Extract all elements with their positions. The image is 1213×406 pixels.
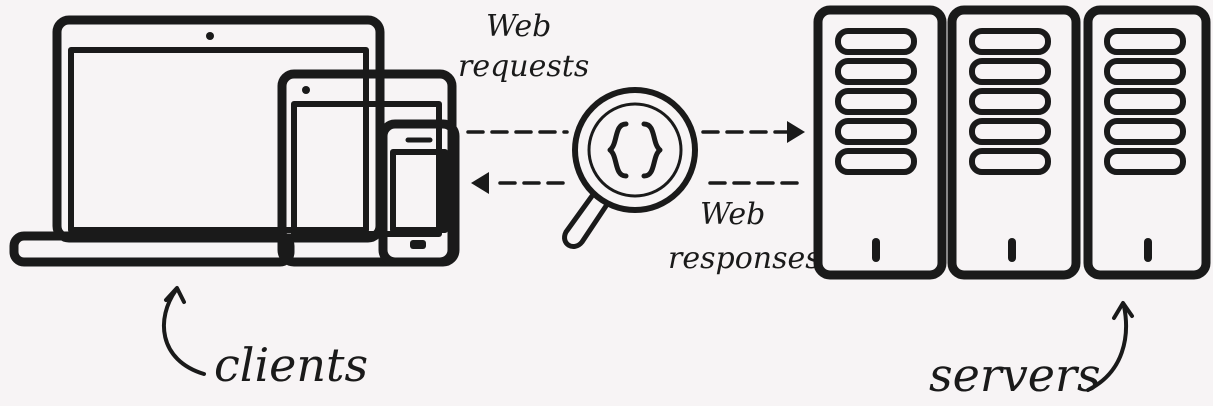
web-responses-label-line2: responses <box>668 241 821 276</box>
web-requests-label-line1: Web <box>486 9 552 44</box>
request-arrow <box>466 121 805 143</box>
web-requests-label-line2: requests <box>458 49 590 84</box>
server-rack-icon <box>813 5 947 280</box>
response-arrow <box>471 172 802 194</box>
client-server-diagram: Web requests Web responses clients serve… <box>0 0 1213 406</box>
phone-icon <box>378 119 460 267</box>
magnifier-braces-icon <box>562 87 698 249</box>
clients-label: clients <box>214 338 369 392</box>
server-rack-icon <box>1083 5 1211 280</box>
web-responses-label-line1: Web <box>700 197 766 232</box>
server-rack-icon <box>947 5 1081 280</box>
laptop-icon <box>9 15 385 267</box>
diagram-canvas <box>9 5 1211 392</box>
servers-label: servers <box>929 348 1101 402</box>
clients-pointer-arrow <box>162 286 206 376</box>
